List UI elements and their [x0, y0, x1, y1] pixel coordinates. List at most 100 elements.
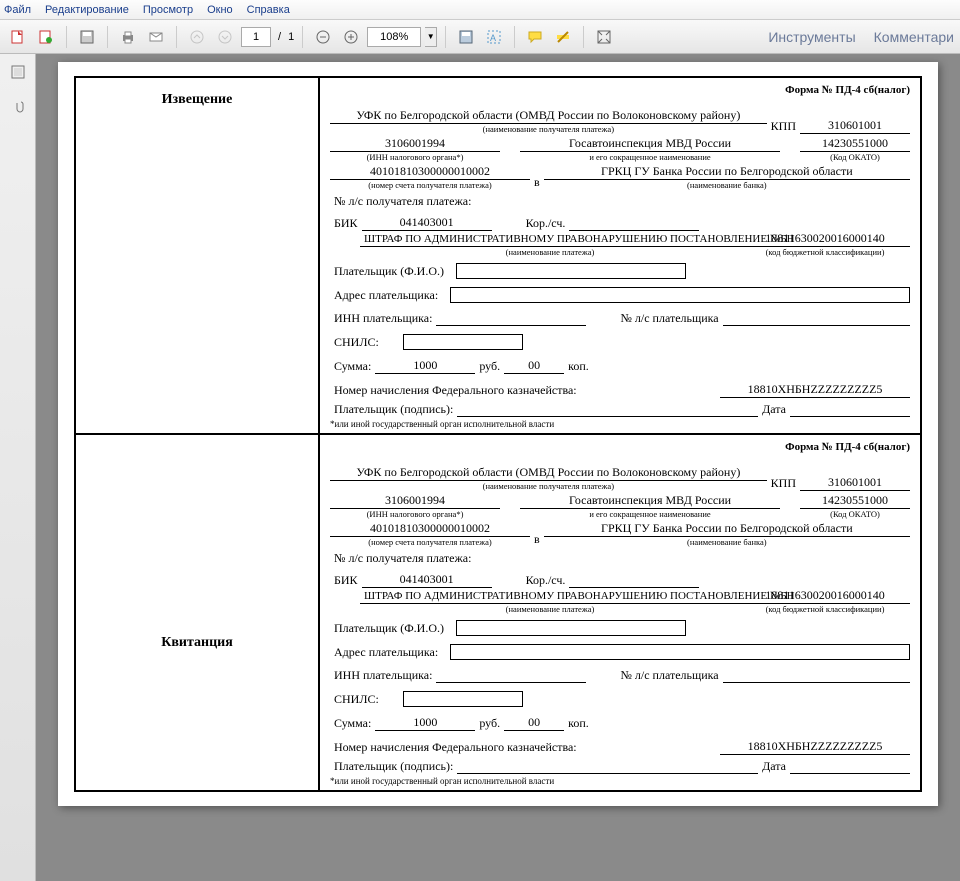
bik-value: 041403001 — [362, 215, 492, 231]
addr-label: Адрес плательщика: — [330, 288, 442, 303]
account-sub: (номер счета получателя платежа) — [368, 180, 491, 190]
rub-label: руб. — [475, 716, 504, 731]
kpp-value: 310601001 — [800, 118, 910, 134]
page-down-icon[interactable] — [213, 25, 237, 49]
menu-help[interactable]: Справка — [247, 4, 290, 16]
kop-label: коп. — [564, 716, 593, 731]
bik-label: БИК — [330, 216, 362, 231]
accrual-label: Номер начисления Федерального казначейст… — [330, 383, 581, 398]
sum-rub: 1000 — [375, 715, 475, 731]
ls-payer-value — [723, 312, 910, 326]
stub-receipt: Квитанция — [75, 434, 319, 791]
payment-name: ШТРАФ ПО АДМИНИСТРАТИВНОМУ ПРАВОНАРУШЕНИ… — [360, 233, 740, 247]
kbk-value: 18811630020016000140 — [740, 588, 910, 604]
attachment-icon[interactable] — [8, 96, 28, 116]
menu-file[interactable]: Файл — [4, 4, 31, 16]
accrual-value: 18810ХНБНZZZZZZZZZ5 — [720, 382, 910, 398]
inn-payer-label: ИНН плательщика: — [330, 311, 436, 326]
ls-payer-label: № л/с плательщика — [616, 311, 722, 326]
page: Извещение Форма № ПД-4 сб(налог) УФК по … — [58, 62, 938, 806]
account-sub: (номер счета получателя платежа) — [368, 537, 491, 547]
snils-label: СНИЛС: — [330, 335, 383, 350]
zoom-out-icon[interactable] — [311, 25, 335, 49]
inn-payer-value — [436, 669, 586, 683]
thumbnails-icon[interactable] — [8, 62, 28, 82]
menu-window[interactable]: Окно — [207, 4, 233, 16]
kbk-sub: (код бюджетной классификации) — [766, 247, 885, 257]
pdf-export-icon[interactable] — [6, 25, 30, 49]
ls-label: № л/с получателя платежа: — [330, 551, 475, 566]
page-current-input[interactable] — [241, 27, 271, 47]
sum-kop: 00 — [504, 358, 564, 374]
form-bottom: Форма № ПД-4 сб(налог) УФК по Белгородск… — [319, 434, 921, 791]
inn-value: 3106001994 — [330, 136, 500, 152]
recipient-sub: (наименование получателя платежа) — [483, 481, 614, 491]
print-icon[interactable] — [116, 25, 140, 49]
bank-sub: (наименование банка) — [687, 537, 767, 547]
snils-box — [403, 691, 523, 707]
recipient: УФК по Белгородской области (ОМВД России… — [330, 108, 767, 124]
footnote: *или иной государственный орган исполнит… — [330, 776, 910, 786]
account-value: 40101810300000010002 — [330, 164, 530, 180]
sum-label: Сумма: — [330, 359, 375, 374]
payer-box — [456, 263, 686, 279]
tools-panel-button[interactable]: Инструменты — [768, 29, 855, 45]
sum-rub: 1000 — [375, 358, 475, 374]
recipient-sub: (наименование получателя платежа) — [483, 124, 614, 134]
recipient: УФК по Белгородской области (ОМВД России… — [330, 465, 767, 481]
okato-value: 14230551000 — [800, 493, 910, 509]
mail-icon[interactable] — [144, 25, 168, 49]
in-label: в — [530, 175, 544, 190]
snils-box — [403, 334, 523, 350]
note-icon[interactable] — [523, 25, 547, 49]
gai: Госавтоинспекция МВД России — [520, 136, 780, 152]
okato-value: 14230551000 — [800, 136, 910, 152]
form-header: Форма № ПД-4 сб(налог) — [330, 84, 910, 96]
sign-line — [457, 760, 758, 774]
workspace: Извещение Форма № ПД-4 сб(налог) УФК по … — [0, 54, 960, 881]
payer-label: Плательщик (Ф.И.О.) — [330, 264, 448, 279]
sign-label: Плательщик (подпись): — [330, 402, 457, 417]
page-total: 1 — [288, 31, 294, 43]
kpp-value: 310601001 — [800, 475, 910, 491]
korr-value — [569, 217, 699, 231]
snils-label: СНИЛС: — [330, 692, 383, 707]
zoom-in-icon[interactable] — [339, 25, 363, 49]
korr-value — [569, 574, 699, 588]
bik-value: 041403001 — [362, 572, 492, 588]
page-up-icon[interactable] — [185, 25, 209, 49]
toolbar: / 1 108% ▼ A Инструменты Комментари — [0, 20, 960, 54]
gai-sub: и его сокращенное наименование — [589, 509, 710, 519]
fullscreen-icon[interactable] — [592, 25, 616, 49]
bank-name: ГРКЦ ГУ Банка России по Белгородской обл… — [544, 521, 910, 537]
pdf-create-icon[interactable] — [34, 25, 58, 49]
comments-panel-button[interactable]: Комментари — [874, 29, 954, 45]
sum-kop: 00 — [504, 715, 564, 731]
inn-sub: (ИНН налогового органа*) — [367, 152, 464, 162]
sign-label: Плательщик (подпись): — [330, 759, 457, 774]
okato-sub: (Код ОКАТО) — [830, 152, 880, 162]
page-sep: / — [278, 31, 281, 43]
account-value: 40101810300000010002 — [330, 521, 530, 537]
sign-line — [457, 403, 758, 417]
highlight-icon[interactable] — [551, 25, 575, 49]
zoom-value[interactable]: 108% — [367, 27, 421, 47]
zoom-dropdown[interactable]: ▼ — [425, 27, 437, 47]
payment-name-sub: (наименование платежа) — [506, 247, 595, 257]
inn-payer-label: ИНН плательщика: — [330, 668, 436, 683]
date-line — [790, 760, 910, 774]
payer-box — [456, 620, 686, 636]
document-area[interactable]: Извещение Форма № ПД-4 сб(налог) УФК по … — [36, 54, 960, 881]
ocr-icon[interactable]: A — [482, 25, 506, 49]
gai-sub: и его сокращенное наименование — [589, 152, 710, 162]
save2-icon[interactable] — [454, 25, 478, 49]
payment-name-sub: (наименование платежа) — [506, 604, 595, 614]
kbk-sub: (код бюджетной классификации) — [766, 604, 885, 614]
korr-label: Кор./сч. — [522, 573, 570, 588]
menu-edit[interactable]: Редактирование — [45, 4, 129, 16]
save-icon[interactable] — [75, 25, 99, 49]
inn-value: 3106001994 — [330, 493, 500, 509]
kop-label: коп. — [564, 359, 593, 374]
menu-view[interactable]: Просмотр — [143, 4, 193, 16]
payment-name: ШТРАФ ПО АДМИНИСТРАТИВНОМУ ПРАВОНАРУШЕНИ… — [360, 590, 740, 604]
